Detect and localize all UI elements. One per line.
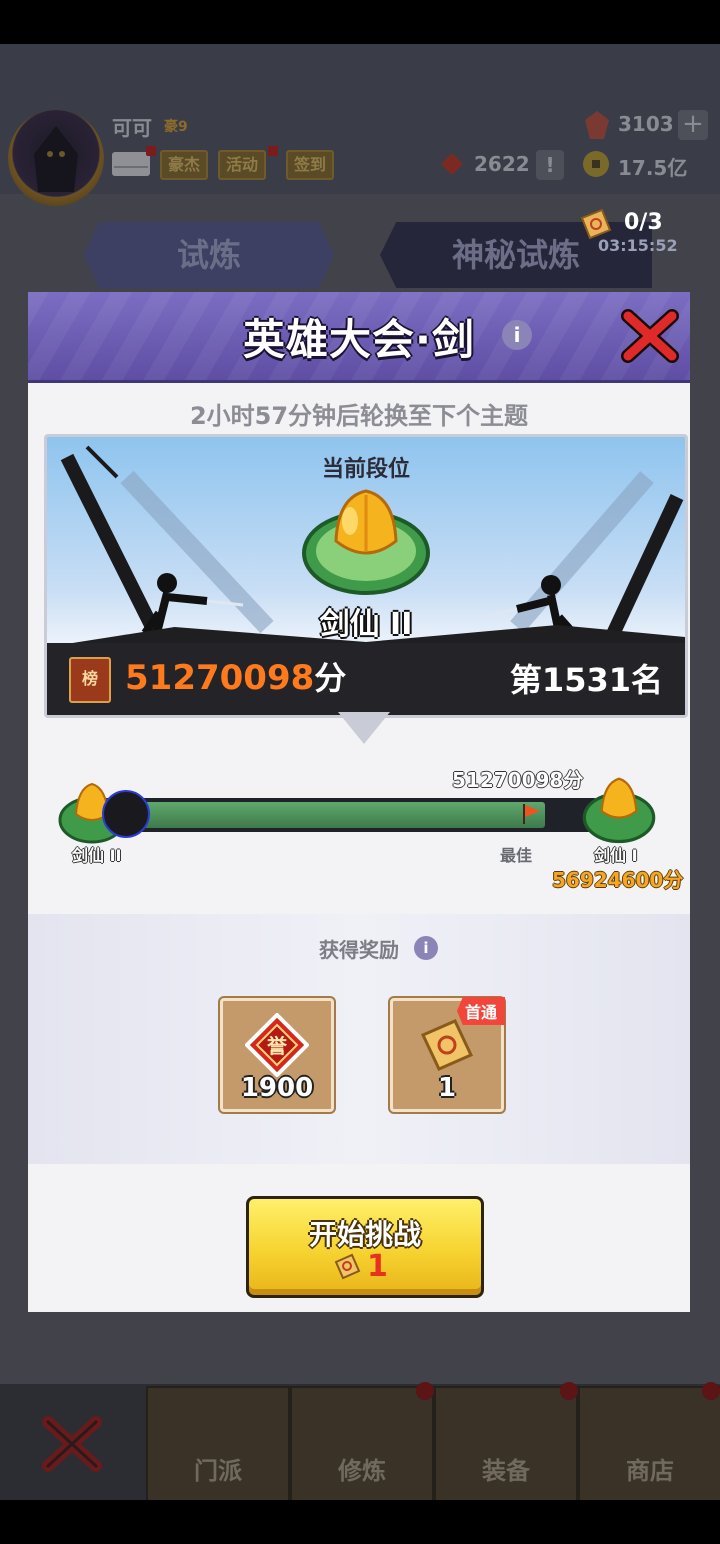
- checkin-button[interactable]: 签到: [286, 150, 335, 180]
- tier-progress: 51270098分 剑仙 II 最佳 剑仙 I 56924600分: [28, 760, 690, 900]
- leaderboard-icon[interactable]: 榜: [69, 657, 111, 703]
- reward-panel: 获得奖励 i 誉 1900 首通 1: [28, 914, 690, 1164]
- coin-icon: [583, 151, 609, 177]
- status-bar: [0, 0, 720, 44]
- score-number: 51270098: [125, 658, 315, 698]
- gem-count: 3103: [618, 112, 674, 136]
- hero-button[interactable]: 豪杰: [160, 150, 209, 180]
- reward-count: 1900: [240, 1073, 314, 1103]
- ticket-icon: [334, 1253, 361, 1280]
- challenge-cost: 1: [367, 1249, 388, 1284]
- current-rank-card: 当前段位 剑仙 II 榜 51270098分 第1531名: [44, 434, 688, 718]
- nav-cultivate[interactable]: 修炼: [290, 1386, 434, 1502]
- nav-notification-dot: [560, 1382, 578, 1400]
- nav-notification-dot: [702, 1382, 720, 1400]
- card-pointer: [338, 712, 390, 744]
- flag-icon: [523, 804, 540, 824]
- mail-notification-dot: [146, 146, 156, 156]
- avatar[interactable]: [8, 110, 104, 206]
- vip-level: 豪9: [164, 119, 188, 135]
- score-bar: 榜 51270098分 第1531名: [47, 643, 685, 715]
- first-clear-badge: 首通: [456, 997, 505, 1025]
- nav-equipment[interactable]: 装备: [434, 1386, 578, 1502]
- info-icon[interactable]: i: [414, 936, 438, 960]
- start-challenge-label: 开始挑战: [308, 1218, 421, 1251]
- current-rank-label: 当前段位: [321, 457, 410, 482]
- ticket-count: 0/3: [624, 210, 663, 235]
- add-gems-button[interactable]: +: [678, 110, 708, 140]
- dialog-title: 英雄大会·剑: [243, 315, 475, 364]
- top-hud: [0, 44, 720, 194]
- current-score-label: 51270098分: [452, 768, 584, 792]
- close-icon[interactable]: [620, 306, 680, 366]
- player-marker: [102, 790, 150, 838]
- rank-position: 第1531名: [509, 661, 663, 699]
- close-icon[interactable]: [40, 1412, 104, 1476]
- nav-shop-label: 商店: [626, 1457, 674, 1485]
- nav-sect[interactable]: 门派: [146, 1386, 290, 1502]
- ticket-timer: 03:15:52: [598, 236, 678, 255]
- nav-shop[interactable]: 商店: [578, 1386, 720, 1502]
- reward-count: 1: [437, 1073, 457, 1103]
- nav-equipment-label: 装备: [482, 1457, 530, 1485]
- honor-icon: [441, 153, 463, 175]
- score-unit: 分: [314, 659, 347, 697]
- hooded-figure-icon: [34, 126, 78, 192]
- info-icon[interactable]: i: [502, 320, 532, 350]
- reward-item[interactable]: 誉 1900: [220, 998, 334, 1112]
- next-tier-score: 56924600分: [552, 868, 684, 892]
- coin-count: 17.5亿: [618, 156, 688, 180]
- tab-trial[interactable]: 试炼: [84, 222, 334, 288]
- event-notification-dot: [268, 146, 278, 156]
- reward-title: 获得奖励: [319, 938, 399, 962]
- player-name: 可可: [112, 116, 152, 140]
- current-rank-name: 剑仙 II: [319, 607, 413, 642]
- dialog-header: 英雄大会·剑 i: [28, 292, 690, 383]
- honor-info-button[interactable]: !: [536, 150, 564, 180]
- rotation-notice: 2小时57分钟后轮换至下个主题: [189, 402, 529, 430]
- honor-count: 2622: [474, 152, 530, 176]
- system-nav-bar: [0, 1500, 720, 1544]
- nav-sect-label: 门派: [194, 1457, 242, 1485]
- left-tier-label: 剑仙 II: [72, 846, 122, 865]
- honor-token-icon: 誉: [245, 1013, 309, 1077]
- start-challenge-button[interactable]: 开始挑战 1: [246, 1196, 484, 1298]
- right-tier-label: 剑仙 I: [594, 846, 638, 865]
- challenge-ticket-icon: [420, 1019, 474, 1071]
- event-button[interactable]: 活动: [218, 150, 267, 180]
- best-label: 最佳: [500, 846, 533, 865]
- svg-text:誉: 誉: [266, 1034, 288, 1058]
- nav-cultivate-label: 修炼: [338, 1457, 386, 1485]
- mail-icon[interactable]: [112, 152, 150, 176]
- rank-emblem-icon: [582, 777, 656, 844]
- score-value: 51270098分: [125, 653, 346, 699]
- progress-fill: [102, 802, 545, 828]
- rank-emblem-icon: [302, 489, 430, 595]
- nav-notification-dot: [416, 1382, 434, 1400]
- reward-item[interactable]: 首通 1: [390, 997, 505, 1112]
- ticket-counter: 0/3 03:15:52: [578, 204, 690, 256]
- gem-icon: [585, 111, 609, 139]
- hero-tournament-dialog: 英雄大会·剑 i 2小时57分钟后轮换至下个主题 当前段位 剑仙 II 榜 51…: [28, 292, 690, 1312]
